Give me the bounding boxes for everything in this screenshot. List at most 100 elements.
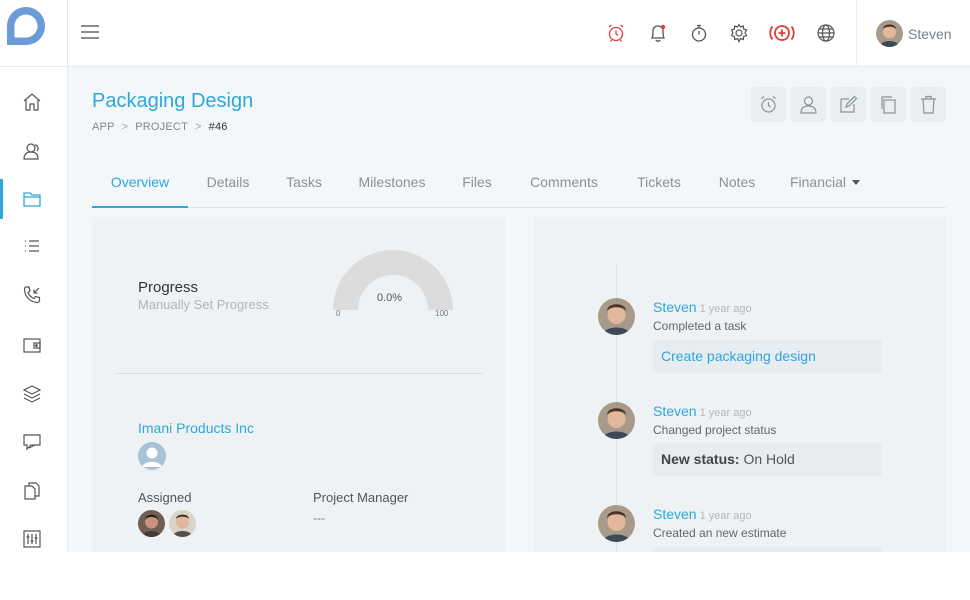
client-name-link[interactable]: Imani Products Inc — [138, 420, 254, 436]
copy-button[interactable] — [871, 87, 906, 122]
gauge-min-label: 0 — [336, 309, 341, 318]
alarm-clock-icon — [608, 24, 624, 42]
divider — [114, 373, 483, 374]
progress-value: 0.0% — [377, 292, 403, 304]
user-photo — [876, 20, 903, 47]
chevron-right-icon: > — [121, 121, 129, 133]
notifications-button[interactable] — [646, 21, 670, 45]
app: Steven Packaging Design APP > PROJECT > #46 … — [0, 0, 970, 552]
tab-files[interactable]: Files — [450, 164, 504, 208]
user-placeholder-icon — [138, 442, 166, 470]
activity-user[interactable]: Steven 1 year ago — [653, 506, 752, 522]
sidebar-item-documents[interactable] — [0, 471, 68, 511]
timer-button[interactable] — [604, 21, 628, 45]
avatar — [876, 20, 903, 47]
user-photo — [598, 298, 635, 335]
activity-task-link[interactable]: Create packaging design — [653, 340, 882, 373]
activity-status-box: New status: On Hold — [653, 443, 882, 476]
sidebar-item-tasks[interactable] — [0, 226, 68, 266]
sidebar-item-settings[interactable] — [0, 519, 68, 552]
tab-details[interactable]: Details — [194, 164, 262, 208]
sidebar-item-wallet[interactable] — [0, 325, 68, 365]
home-icon — [23, 93, 41, 111]
quick-add-button[interactable] — [766, 21, 798, 45]
user-icon — [800, 96, 817, 114]
trash-icon — [921, 95, 936, 114]
user-menu[interactable]: Steven — [856, 0, 970, 67]
tab-notes[interactable]: Notes — [706, 164, 768, 208]
sliders-icon — [23, 530, 41, 548]
activity-user-name: Steven — [653, 299, 697, 315]
tab-financial[interactable]: Financial — [782, 164, 868, 208]
activity-description: Created an new estimate — [653, 526, 787, 540]
tab-overview[interactable]: Overview — [92, 164, 188, 208]
users-icon — [23, 143, 39, 160]
sidebar — [0, 0, 68, 552]
overview-card: Progress Manually Set Progress 0.0% 0 10… — [92, 217, 505, 552]
activity-user[interactable]: Steven 1 year ago — [653, 299, 752, 315]
edit-button[interactable] — [831, 87, 866, 122]
activity-avatar[interactable] — [598, 402, 635, 439]
bell-icon — [650, 24, 666, 42]
globe-icon — [817, 24, 835, 42]
tab-tickets[interactable]: Tickets — [624, 164, 694, 208]
edit-icon — [840, 95, 858, 113]
assignee-avatar[interactable] — [138, 510, 165, 537]
user-photo — [169, 510, 196, 537]
status-value: On Hold — [743, 451, 795, 467]
assign-user-button[interactable] — [791, 87, 826, 122]
phone-icon — [23, 286, 41, 304]
breadcrumb-item-project[interactable]: PROJECT — [135, 121, 188, 133]
wallet-icon — [23, 338, 41, 353]
add-circle-icon — [769, 25, 795, 41]
activity-time: 1 year ago — [699, 303, 752, 315]
activity-user-name: Steven — [653, 403, 697, 419]
language-button[interactable] — [814, 21, 838, 45]
assignee-avatar[interactable] — [169, 510, 196, 537]
sidebar-item-layers[interactable] — [0, 374, 68, 414]
breadcrumb-item-current: #46 — [208, 121, 228, 133]
sidebar-item-users[interactable] — [0, 131, 68, 171]
caret-down-icon — [852, 180, 861, 185]
tab-tasks[interactable]: Tasks — [272, 164, 336, 208]
activity-timeline: Steven 1 year ago Completed a task Create… — [534, 217, 946, 552]
breadcrumb-item-app[interactable]: APP — [92, 121, 115, 133]
activity-user-name: Steven — [653, 506, 697, 522]
sidebar-item-messages[interactable] — [0, 422, 68, 462]
stopwatch-button[interactable] — [687, 21, 711, 45]
sidebar-item-projects[interactable] — [0, 179, 68, 219]
gear-icon — [730, 23, 748, 43]
tab-comments[interactable]: Comments — [516, 164, 612, 208]
folder-icon — [23, 192, 41, 207]
sidebar-item-calls[interactable] — [0, 275, 68, 315]
user-photo — [138, 510, 165, 537]
project-manager-value: --- — [313, 511, 325, 525]
chat-icon — [23, 434, 41, 451]
project-manager-label: Project Manager — [313, 490, 409, 505]
client-avatar[interactable] — [138, 442, 166, 470]
timer-action-button[interactable] — [751, 87, 786, 122]
settings-button[interactable] — [727, 21, 751, 45]
activity-detail-box — [653, 547, 882, 552]
delete-button[interactable] — [911, 87, 946, 122]
progress-title: Progress — [138, 279, 199, 296]
logo-area[interactable] — [0, 0, 68, 67]
copy-icon — [881, 96, 896, 114]
activity-user[interactable]: Steven 1 year ago — [653, 403, 752, 419]
hamburger-menu-icon[interactable] — [81, 24, 99, 40]
status-label: New status: — [661, 451, 740, 467]
activity-avatar[interactable] — [598, 298, 635, 335]
user-photo — [598, 505, 635, 542]
alarm-clock-icon — [761, 96, 776, 113]
tab-milestones[interactable]: Milestones — [346, 164, 438, 208]
sidebar-item-home[interactable] — [0, 82, 68, 122]
tab-financial-label: Financial — [789, 174, 847, 190]
activity-time: 1 year ago — [699, 510, 752, 522]
user-name: Steven — [908, 26, 952, 42]
page-title: Packaging Design — [92, 90, 254, 112]
list-icon — [25, 240, 39, 252]
layers-icon — [22, 385, 42, 403]
tab-bar: Overview Details Tasks Milestones Files … — [92, 164, 946, 208]
activity-avatar[interactable] — [598, 505, 635, 542]
documents-icon — [24, 482, 40, 500]
